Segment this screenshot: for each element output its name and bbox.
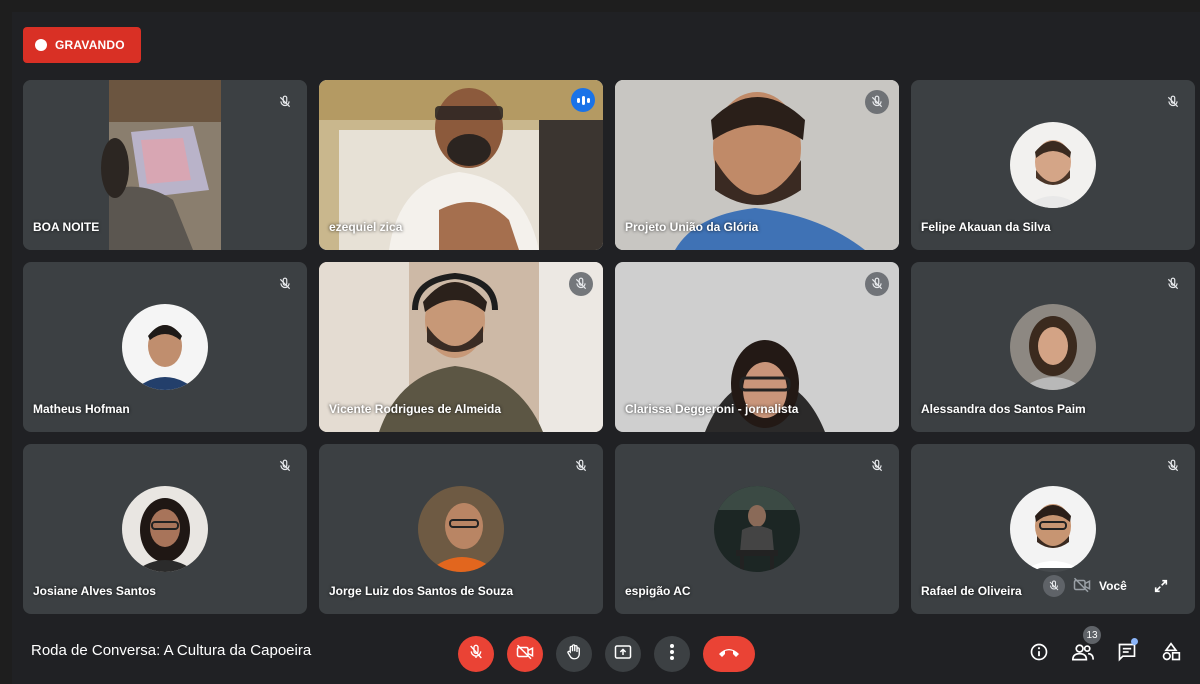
participant-tile[interactable]: BOA NOITE (23, 80, 307, 250)
participant-tile[interactable]: Projeto União da Glória (615, 80, 899, 250)
muted-mic-icon (865, 90, 889, 114)
info-icon (1029, 642, 1049, 667)
participant-name: Vicente Rodrigues de Almeida (329, 402, 502, 416)
self-muted-mic-icon (1043, 575, 1065, 597)
camera-off-icon (516, 644, 534, 665)
participants-button[interactable] (1069, 640, 1097, 668)
muted-mic-icon (865, 454, 889, 478)
avatar (1010, 304, 1096, 390)
present-icon (614, 644, 632, 665)
mic-off-button[interactable] (458, 636, 494, 672)
participant-name: ezequiel zica (329, 220, 403, 234)
chat-button[interactable] (1113, 640, 1141, 668)
meeting-title: Roda de Conversa: A Cultura da Capoeira (31, 642, 312, 659)
participant-name: Jorge Luiz dos Santos de Souza (329, 584, 514, 598)
participant-tile[interactable]: Matheus Hofman (23, 262, 307, 432)
shapes-icon (1161, 641, 1181, 667)
expand-icon[interactable] (1153, 578, 1169, 594)
participant-name: Felipe Akauan da Silva (921, 220, 1051, 234)
muted-mic-icon (865, 272, 889, 296)
participants-count-badge: 13 (1083, 626, 1101, 644)
participant-name: Alessandra dos Santos Paim (921, 402, 1086, 416)
avatar (418, 486, 504, 572)
participant-name: Josiane Alves Santos (33, 584, 156, 598)
self-camera-off-icon (1073, 577, 1091, 596)
self-view-bar[interactable]: Você (1035, 568, 1181, 604)
avatar (122, 486, 208, 572)
avatar (122, 304, 208, 390)
muted-mic-icon (273, 90, 297, 114)
raise-hand-button[interactable] (556, 636, 592, 672)
muted-mic-icon (1161, 454, 1185, 478)
meeting-info-button[interactable] (1025, 640, 1053, 668)
participant-tile[interactable]: espigão AC (615, 444, 899, 614)
phone-hangup-icon (717, 645, 741, 663)
avatar (714, 486, 800, 572)
activities-button[interactable] (1157, 640, 1185, 668)
avatar (1010, 122, 1096, 208)
participant-name: BOA NOITE (33, 220, 100, 234)
camera-off-button[interactable] (507, 636, 543, 672)
chat-notification-dot (1131, 638, 1138, 645)
participant-name: espigão AC (625, 584, 691, 598)
participant-name: Matheus Hofman (33, 402, 130, 416)
participant-tile[interactable]: Jorge Luiz dos Santos de Souza (319, 444, 603, 614)
recording-badge: GRAVANDO (23, 27, 141, 63)
muted-mic-icon (569, 272, 593, 296)
participant-name: Clarissa Deggeroni - jornalista (625, 402, 799, 416)
leave-call-button[interactable] (703, 636, 755, 672)
muted-mic-icon (569, 454, 593, 478)
participant-tile[interactable]: Vicente Rodrigues de Almeida (319, 262, 603, 432)
present-button[interactable] (605, 636, 641, 672)
participant-grid: BOA NOITE ezequiel zica Projeto União da… (23, 80, 1195, 614)
recording-dot-icon (35, 39, 47, 51)
participant-tile[interactable]: Josiane Alves Santos (23, 444, 307, 614)
muted-mic-icon (273, 272, 297, 296)
speaking-indicator-icon (571, 88, 595, 112)
meeting-stage: GRAVANDO BOA NOITE ezequiel zica Projeto… (12, 12, 1200, 684)
participant-tile[interactable]: Alessandra dos Santos Paim (911, 262, 1195, 432)
recording-label: GRAVANDO (55, 38, 125, 52)
participant-tile[interactable]: ezequiel zica (319, 80, 603, 250)
self-view-label: Você (1099, 579, 1127, 593)
people-icon (1071, 642, 1094, 667)
muted-mic-icon (1161, 90, 1185, 114)
participant-tile[interactable]: Clarissa Deggeroni - jornalista (615, 262, 899, 432)
muted-mic-icon (273, 454, 297, 478)
more-vert-icon (669, 643, 675, 666)
chat-icon (1117, 642, 1137, 667)
muted-mic-icon (1161, 272, 1185, 296)
avatar (1010, 486, 1096, 572)
participant-name: Rafael de Oliveira (921, 584, 1022, 598)
more-options-button[interactable] (654, 636, 690, 672)
participant-tile[interactable]: Felipe Akauan da Silva (911, 80, 1195, 250)
hand-icon (565, 643, 583, 666)
participant-name: Projeto União da Glória (625, 220, 759, 234)
mic-off-icon (468, 644, 484, 665)
